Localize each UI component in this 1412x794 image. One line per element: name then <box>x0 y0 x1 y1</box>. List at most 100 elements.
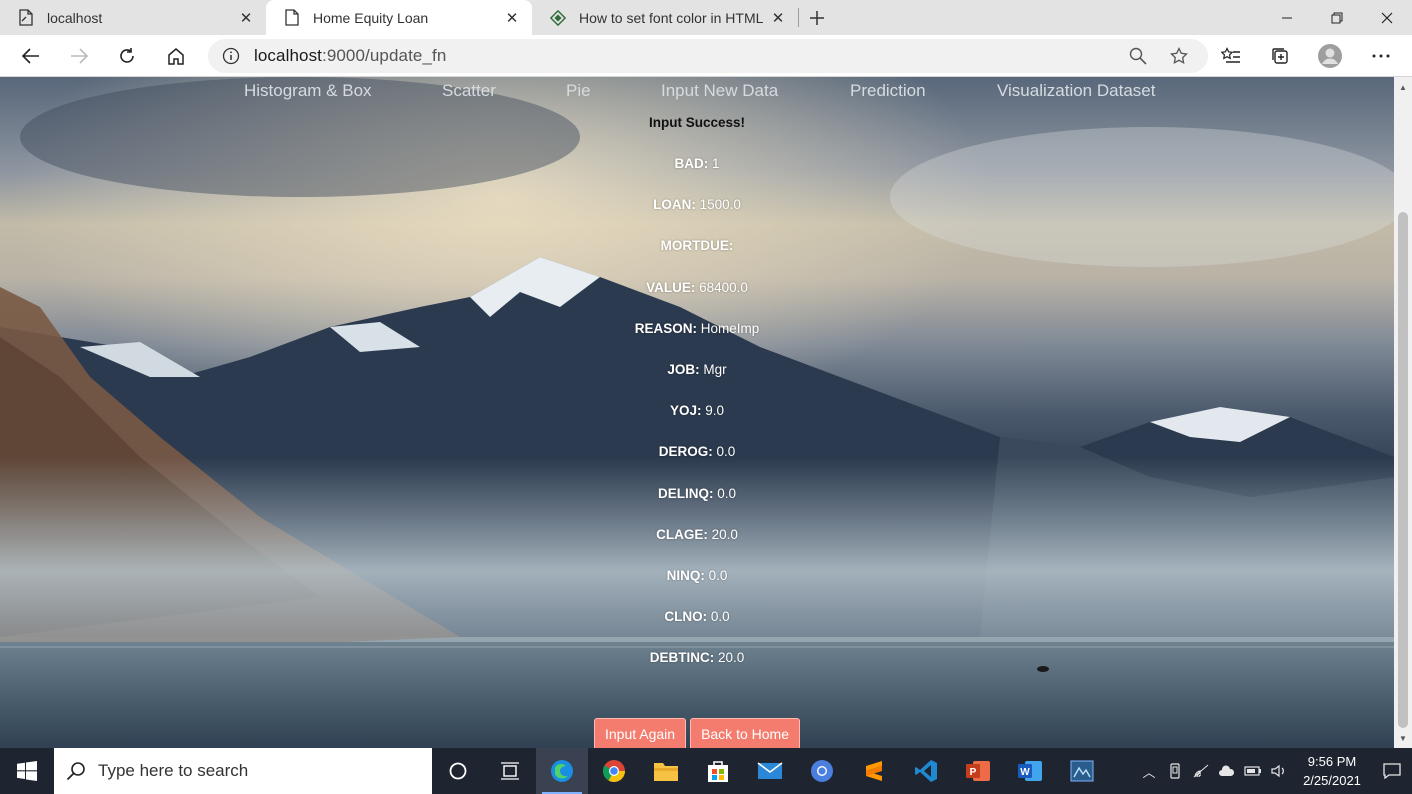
notification-icon <box>1383 763 1401 779</box>
page-scrollbar[interactable]: ▲ ▼ <box>1394 77 1412 748</box>
battery-icon[interactable] <box>1240 748 1266 794</box>
field-label: DEROG: <box>658 444 713 460</box>
close-icon[interactable]: ✕ <box>764 4 792 32</box>
favorite-button[interactable] <box>1162 39 1196 73</box>
system-tray: ︿ 9:56 PM 2/25/2021 <box>1136 748 1412 794</box>
taskbar-sublime[interactable] <box>848 748 900 794</box>
field-value: 0.0 <box>708 567 728 583</box>
chevron-up-icon[interactable]: ︿ <box>1136 748 1162 794</box>
refresh-icon <box>120 48 134 63</box>
task-view-button[interactable] <box>484 748 536 794</box>
field-value: 1500.0 <box>699 197 741 213</box>
back-button[interactable] <box>14 39 48 73</box>
taskbar-app[interactable] <box>1056 748 1108 794</box>
taskbar-vscode[interactable] <box>900 748 952 794</box>
taskbar-store[interactable] <box>692 748 744 794</box>
favorites-button[interactable] <box>1214 39 1248 73</box>
tab-font-color[interactable]: How to set font color in HTML? ✕ <box>532 0 798 35</box>
field-row-clage: CLAGE: 20.0 <box>0 526 1394 567</box>
input-again-button[interactable]: Input Again <box>594 718 687 748</box>
wifi-icon[interactable] <box>1188 748 1214 794</box>
more-dots-icon <box>1372 54 1390 58</box>
field-row-derog: DEROG: 0.0 <box>0 443 1394 484</box>
home-icon <box>168 48 184 65</box>
sublime-text-icon <box>866 761 882 781</box>
result-panel: Input Success! BAD: 1 LOAN: 1500.0 MORTD… <box>0 114 1394 690</box>
close-window-button[interactable] <box>1362 0 1412 35</box>
tab-title: Home Equity Loan <box>313 9 429 26</box>
home-button[interactable] <box>159 39 193 73</box>
scroll-down-arrow-icon[interactable]: ▼ <box>1394 730 1412 746</box>
nav-link-visualization-dataset[interactable]: Visualization Dataset <box>997 81 1155 101</box>
restore-icon <box>1331 12 1343 23</box>
close-icon[interactable]: ✕ <box>232 4 260 32</box>
tab-home-equity-loan[interactable]: Home Equity Loan ✕ <box>266 0 532 35</box>
field-label: NINQ: <box>666 567 705 583</box>
field-label: YOJ: <box>669 403 702 419</box>
chrome-browser-icon <box>603 760 625 782</box>
tab-localhost[interactable]: localhost ✕ <box>0 0 266 35</box>
collections-icon <box>1272 48 1288 64</box>
field-value: HomeImp <box>700 320 760 336</box>
field-label: BAD: <box>674 156 709 171</box>
nav-link-scatter[interactable]: Scatter <box>442 81 496 101</box>
windows-logo-icon <box>17 761 37 781</box>
nav-link-pie[interactable]: Pie <box>566 81 591 101</box>
scroll-up-arrow-icon[interactable]: ▲ <box>1394 79 1412 95</box>
taskbar-word[interactable]: W <box>1004 748 1056 794</box>
field-value: 0.0 <box>717 485 737 501</box>
search-placeholder: Type here to search <box>98 761 249 780</box>
restore-button[interactable] <box>1312 0 1362 35</box>
cortana-button[interactable] <box>432 748 484 794</box>
windows-taskbar: Type here to search P W ︿ 9:56 PM 2/25/2… <box>0 748 1412 794</box>
url-field[interactable]: localhost:9000/update_fn <box>208 39 1208 73</box>
field-row-loan: LOAN: 1500.0 <box>0 196 1394 237</box>
nav-link-histogram-box[interactable]: Histogram & Box <box>244 81 372 101</box>
nav-link-input-new-data[interactable]: Input New Data <box>661 81 778 101</box>
info-icon[interactable] <box>208 47 254 65</box>
cloud-icon[interactable] <box>1214 748 1240 794</box>
field-value: 20.0 <box>717 650 745 666</box>
close-icon[interactable]: ✕ <box>498 4 526 32</box>
magnifier-icon <box>1129 47 1147 65</box>
taskbar-chrome[interactable] <box>588 748 640 794</box>
page-content: Histogram & Box Scatter Pie Input New Da… <box>0 77 1394 748</box>
svg-text:P: P <box>970 767 977 778</box>
profile-button[interactable] <box>1313 39 1347 73</box>
refresh-button[interactable] <box>110 39 144 73</box>
taskbar-powerpoint[interactable]: P <box>952 748 1004 794</box>
back-to-home-button[interactable]: Back to Home <box>690 718 800 748</box>
field-row-yoj: YOJ: 9.0 <box>0 402 1394 443</box>
zoom-button[interactable] <box>1121 39 1155 73</box>
action-buttons: Input Again Back to Home <box>0 718 1394 748</box>
star-icon <box>1170 47 1188 65</box>
taskbar-edge[interactable] <box>536 748 588 794</box>
cortana-circle-icon <box>449 762 467 780</box>
favorites-list-icon <box>1221 47 1240 63</box>
scroll-thumb[interactable] <box>1398 212 1408 728</box>
chart-app-icon <box>1070 760 1094 782</box>
store-bag-icon <box>708 761 728 782</box>
plus-icon <box>810 10 824 25</box>
page-icon <box>284 9 300 27</box>
start-button[interactable] <box>0 748 54 794</box>
mail-icon <box>757 762 783 779</box>
field-label: VALUE: <box>646 279 696 295</box>
device-icon[interactable] <box>1162 748 1188 794</box>
collections-button[interactable] <box>1263 39 1297 73</box>
settings-more-button[interactable] <box>1364 39 1398 73</box>
taskbar-chrome-profile[interactable] <box>796 748 848 794</box>
volume-icon[interactable] <box>1266 748 1292 794</box>
taskbar-clock[interactable]: 9:56 PM 2/25/2021 <box>1292 752 1372 790</box>
taskbar-search-box[interactable]: Type here to search <box>54 748 432 794</box>
taskbar-mail[interactable] <box>744 748 796 794</box>
notification-center-button[interactable] <box>1372 748 1412 794</box>
forward-button[interactable] <box>62 39 96 73</box>
taskbar-file-explorer[interactable] <box>640 748 692 794</box>
nav-link-prediction[interactable]: Prediction <box>850 81 926 101</box>
minimize-button[interactable] <box>1262 0 1312 35</box>
task-view-icon <box>501 762 519 780</box>
new-tab-button[interactable] <box>799 0 835 35</box>
tab-title: How to set font color in HTML? <box>579 9 764 26</box>
field-row-reason: REASON: HomeImp <box>0 320 1394 361</box>
